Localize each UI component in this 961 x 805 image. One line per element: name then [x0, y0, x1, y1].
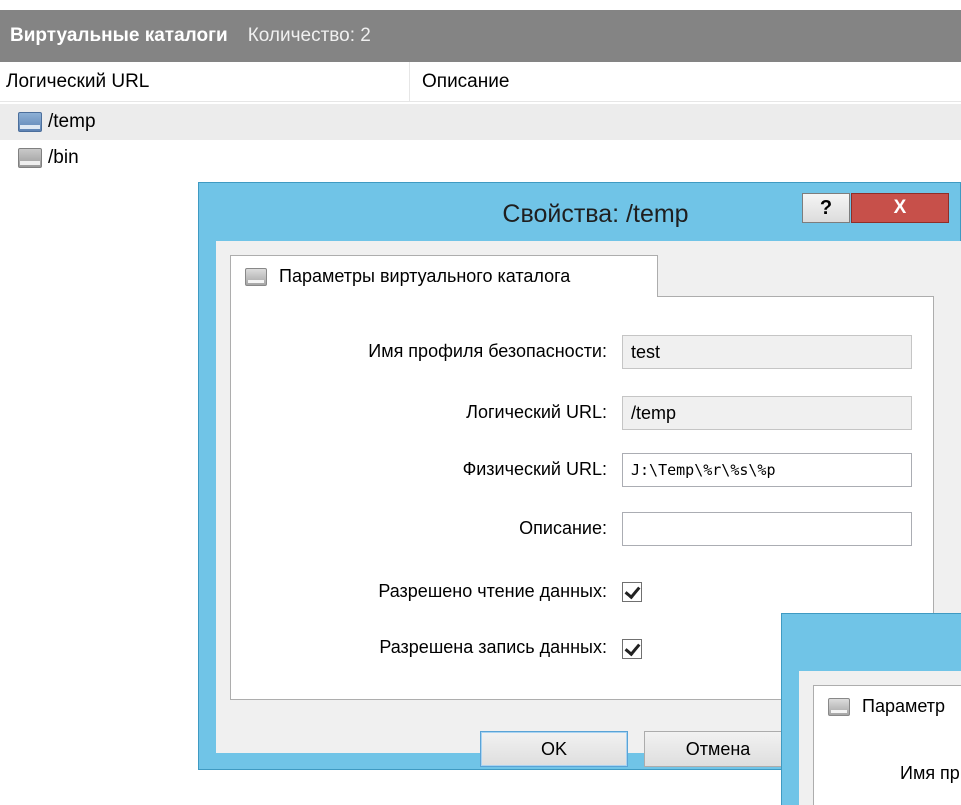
- profile-label: Имя пр: [900, 763, 960, 783]
- help-button[interactable]: ?: [802, 193, 850, 223]
- column-header-row: Логический URL Описание: [0, 62, 961, 102]
- list-item-url: /temp: [48, 111, 96, 132]
- list-item-url: /bin: [48, 147, 79, 168]
- panel-header: Виртуальные каталоги Количество: 2: [0, 10, 961, 62]
- column-header-logical-url[interactable]: Логический URL: [0, 62, 410, 102]
- ok-button[interactable]: OK: [480, 731, 628, 767]
- profile-field[interactable]: test: [622, 335, 912, 369]
- drive-icon: [245, 267, 267, 286]
- tab-virtual-directory-params[interactable]: Параметры виртуального каталога: [230, 255, 658, 297]
- folder-icon: [18, 112, 42, 132]
- description-field[interactable]: [622, 512, 912, 546]
- item-count: Количество: 2: [247, 25, 371, 46]
- list-item[interactable]: /bin: [0, 140, 961, 176]
- profile-label: Имя профиля безопасности:: [368, 341, 607, 361]
- drive-icon: [828, 697, 850, 716]
- virtual-directory-list: /temp /bin: [0, 104, 961, 176]
- dialog-client-area: Параметр Имя пр: [799, 671, 961, 805]
- write-allowed-checkbox[interactable]: [622, 639, 642, 659]
- close-button[interactable]: X: [851, 193, 949, 223]
- tab-label: Параметр: [862, 696, 946, 716]
- write-allowed-label: Разрешена запись данных:: [379, 637, 607, 657]
- dialog-titlebar[interactable]: Свойства: /temp ? X: [199, 183, 961, 239]
- list-item[interactable]: /temp: [0, 104, 961, 140]
- physical-url-label: Физический URL:: [462, 459, 607, 479]
- read-allowed-checkbox[interactable]: [622, 582, 642, 602]
- folder-icon: [18, 148, 42, 168]
- logical-url-field[interactable]: /temp: [622, 396, 912, 430]
- tab-virtual-directory-params[interactable]: Параметр: [813, 685, 961, 727]
- tab-label: Параметры виртуального каталога: [279, 266, 571, 286]
- cancel-button[interactable]: Отмена: [644, 731, 792, 767]
- description-label: Описание:: [519, 518, 607, 538]
- tab-page: Имя пр: [813, 726, 961, 805]
- logical-url-label: Логический URL:: [466, 402, 607, 422]
- read-allowed-label: Разрешено чтение данных:: [378, 581, 607, 601]
- second-properties-dialog: Параметр Имя пр: [781, 613, 961, 805]
- physical-url-field[interactable]: J:\Temp\%r\%s\%p: [622, 453, 912, 487]
- panel-title: Виртуальные каталоги: [10, 25, 228, 46]
- column-header-description[interactable]: Описание: [410, 62, 509, 102]
